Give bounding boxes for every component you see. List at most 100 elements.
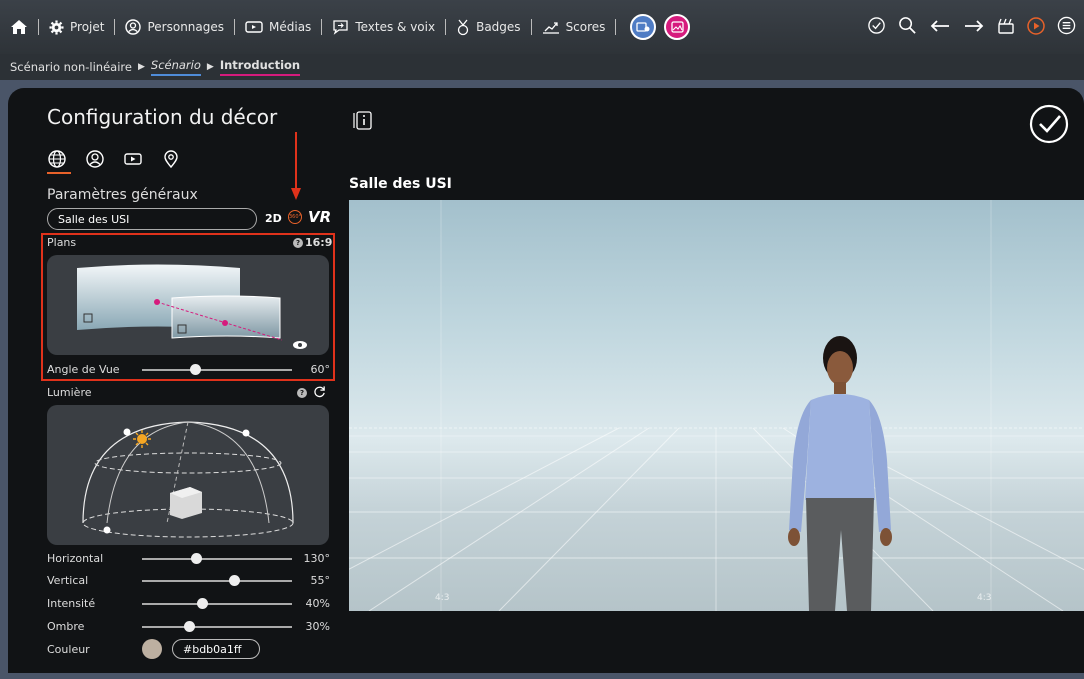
plans-preview[interactable] [47,255,329,355]
media-icon[interactable] [123,149,143,169]
nav-personnages-label: Personnages [147,20,225,34]
ombre-slider[interactable] [142,621,292,632]
couleur-label: Couleur [47,643,90,656]
ratio-guide-right: 4:3 [977,593,992,603]
color-swatch[interactable] [142,639,162,659]
menu-icon[interactable] [1057,16,1076,35]
refresh-icon[interactable] [313,385,326,398]
ratio-guide-left: 4:3 [435,593,450,603]
breadcrumb-separator-icon: ▶ [206,62,214,72]
intensite-value: 40% [305,597,330,610]
divider [234,19,236,35]
arrow-left-icon[interactable] [929,18,951,34]
horizontal-value: 130° [303,552,331,565]
scene-settings-icon [636,22,650,32]
plans-label: Plans [47,236,77,249]
breadcrumb-separator-icon: ▶ [137,62,145,72]
character-icon[interactable] [85,149,105,169]
search-icon[interactable] [898,16,917,35]
scores-icon [542,22,559,34]
active-tab-indicator [47,172,71,174]
nav-personnages[interactable]: Personnages [125,19,224,35]
plans-ratio: 16:9 [305,236,333,249]
vertical-label: Vertical [47,574,89,587]
help-icon[interactable]: ? [293,238,303,248]
angle-value: 60° [310,363,331,376]
badge-icon [457,19,469,35]
scene-settings-button[interactable] [630,14,657,40]
scene-viewport[interactable]: 4:3 4:3 [349,200,1084,611]
intensite-label: Intensité [47,597,96,610]
divider [615,19,617,35]
clapperboard-icon[interactable] [997,17,1015,35]
panel-title: Configuration du décor [47,105,278,129]
ombre-value: 30% [305,620,330,633]
top-navigation-bar: Projet Personnages Médias Textes & voix … [0,0,1084,54]
image-icon [671,21,684,33]
nav-projet-label: Projet [70,20,105,34]
decor-config-panel: Configuration du décor Paramètres généra… [8,88,1084,673]
character-icon [125,19,142,35]
nav-projet[interactable]: Projet [49,19,105,35]
section-title: Paramètres généraux [47,187,198,203]
check-circle-icon[interactable] [867,16,886,35]
nav-medias-label: Médias [269,20,312,34]
settings-tabs [47,149,181,169]
nav-textes-voix-label: Textes & voix [355,20,436,34]
vertical-slider-knob[interactable] [228,575,240,586]
nav-badges-label: Badges [476,20,521,34]
intensite-slider[interactable] [142,598,292,609]
mode-2d-button[interactable]: 2D [265,212,282,225]
ombre-label: Ombre [47,620,85,633]
vertical-slider[interactable] [142,575,292,586]
nav-badges[interactable]: Badges [456,19,521,36]
character-figure [788,336,892,611]
light-preview[interactable] [47,405,329,545]
scene-title: Salle des USI [349,176,452,192]
info-icon[interactable] [352,110,374,132]
horizontal-slider[interactable] [142,553,292,564]
arrow-right-icon[interactable] [963,18,985,34]
divider [114,19,116,35]
color-hex-input[interactable] [172,639,260,659]
home-icon [11,20,27,34]
red-arrow-annotation [291,132,301,200]
breadcrumb-root[interactable]: Scénario non-linéaire [10,60,132,74]
lumiere-label: Lumière [47,386,92,399]
nav-textes-voix[interactable]: Textes & voix [332,19,435,35]
location-pin-icon[interactable] [161,149,181,169]
horizontal-slider-knob[interactable] [191,553,202,564]
angle-label: Angle de Vue [47,363,120,376]
horizontal-label: Horizontal [47,552,104,565]
scene-3d-render [349,200,1084,611]
mode-360-button[interactable]: 360° [288,210,302,224]
mode-vr-button[interactable]: VR [308,208,331,226]
divider [38,19,39,35]
globe-icon[interactable] [47,149,67,169]
breadcrumb: Scénario non-linéaire ▶ Scénario ▶ Intro… [0,54,1084,80]
divider [530,19,532,35]
right-toolbar [867,16,1076,35]
media-icon [245,21,263,33]
nav-scores-label: Scores [565,20,606,34]
home-button[interactable] [10,19,28,35]
validate-check-icon[interactable] [1029,104,1069,144]
vertical-value: 55° [310,574,331,587]
divider [321,19,323,35]
speech-icon [333,20,348,35]
nav-medias[interactable]: Médias [245,20,311,34]
angle-slider-knob[interactable] [189,364,201,375]
breadcrumb-scenario[interactable]: Scénario [150,58,201,76]
angle-slider[interactable] [142,364,292,375]
scene-image-button[interactable] [664,14,691,40]
settings-sidebar: Configuration du décor Paramètres généra… [8,88,344,673]
help-icon[interactable]: ? [297,388,307,398]
ombre-slider-knob[interactable] [183,621,195,632]
divider [445,19,447,35]
play-circle-icon[interactable] [1027,16,1045,35]
nav-scores[interactable]: Scores [542,20,606,34]
breadcrumb-current[interactable]: Introduction [219,58,301,76]
decor-name-input[interactable] [47,208,257,230]
intensite-slider-knob[interactable] [197,598,208,609]
light-dome-diagram [82,421,294,538]
